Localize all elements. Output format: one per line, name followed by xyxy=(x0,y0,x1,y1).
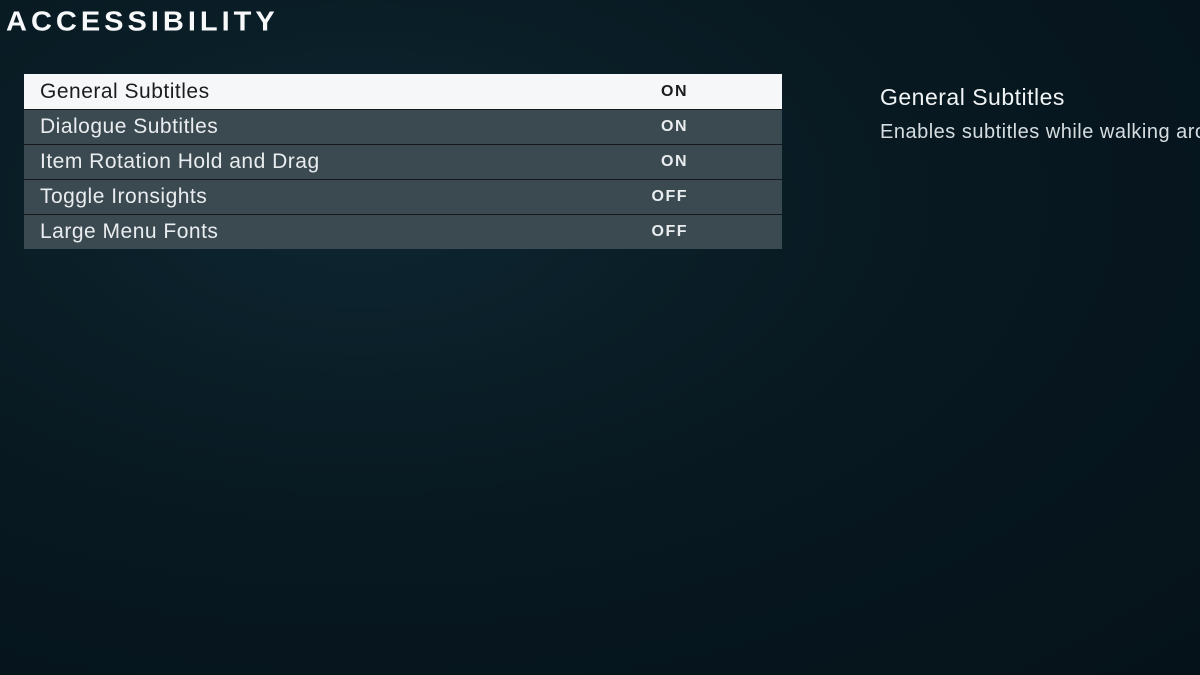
content-area: General Subtitles ON Dialogue Subtitles … xyxy=(24,74,1200,675)
option-label: Large Menu Fonts xyxy=(40,220,218,244)
option-label: Dialogue Subtitles xyxy=(40,115,218,139)
option-item-rotation[interactable]: Item Rotation Hold and Drag ON xyxy=(24,144,782,179)
option-value: OFF xyxy=(652,223,767,241)
option-dialogue-subtitles[interactable]: Dialogue Subtitles ON xyxy=(24,109,782,144)
option-value: ON xyxy=(661,118,766,136)
option-value: ON xyxy=(661,153,766,171)
detail-panel: General Subtitles Enables subtitles whil… xyxy=(880,84,1200,144)
detail-title: General Subtitles xyxy=(880,84,1200,111)
option-label: Toggle Ironsights xyxy=(40,185,207,209)
option-large-menu-fonts[interactable]: Large Menu Fonts OFF xyxy=(24,214,782,249)
detail-description: Enables subtitles while walking aro xyxy=(880,121,1200,144)
option-toggle-ironsights[interactable]: Toggle Ironsights OFF xyxy=(24,179,782,214)
page-title: ACCESSIBILITY xyxy=(0,1,1200,38)
option-general-subtitles[interactable]: General Subtitles ON xyxy=(24,74,782,109)
option-value: ON xyxy=(661,83,766,101)
option-label: General Subtitles xyxy=(40,80,210,104)
option-value: OFF xyxy=(652,188,767,206)
option-label: Item Rotation Hold and Drag xyxy=(40,150,320,174)
options-list: General Subtitles ON Dialogue Subtitles … xyxy=(24,74,782,249)
